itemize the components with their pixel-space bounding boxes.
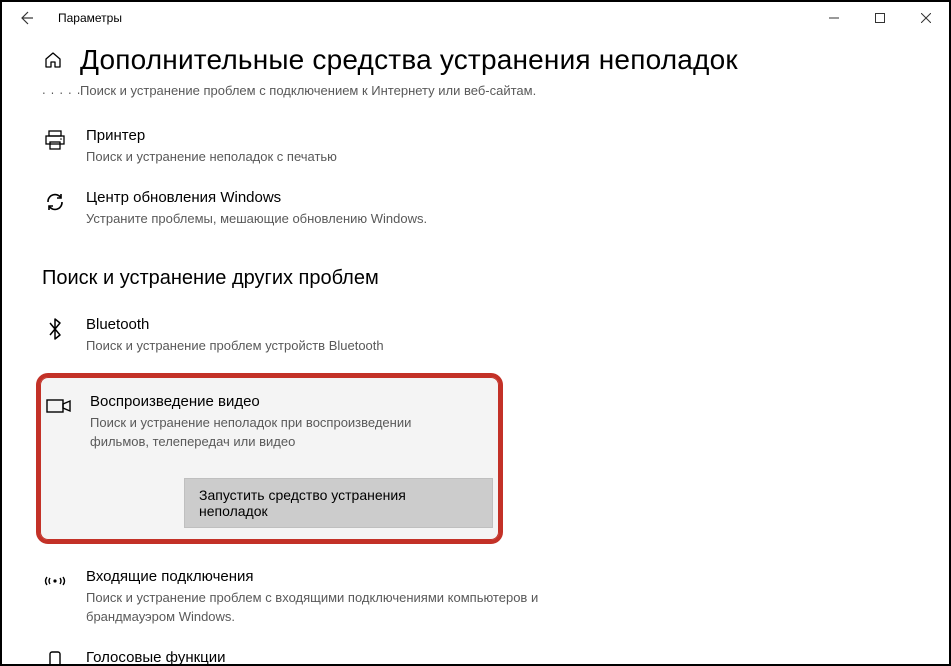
section-heading: Поиск и устранение других проблем bbox=[42, 267, 909, 290]
item-desc: Поиск и устранение проблем с подключение… bbox=[80, 82, 560, 101]
back-button[interactable] bbox=[10, 2, 42, 34]
close-button[interactable] bbox=[903, 2, 949, 34]
page-title: Дополнительные средства устранения непол… bbox=[80, 44, 738, 76]
video-camera-icon bbox=[46, 393, 72, 419]
troubleshoot-item-speech[interactable]: Голосовые функции bbox=[42, 641, 909, 665]
troubleshoot-item-printer[interactable]: Принтер Поиск и устранение неполадок с п… bbox=[42, 119, 909, 181]
home-icon[interactable] bbox=[42, 49, 64, 71]
phone-icon bbox=[42, 649, 68, 665]
printer-icon bbox=[42, 127, 68, 153]
item-title: Центр обновления Windows bbox=[86, 187, 427, 208]
sync-icon bbox=[42, 189, 68, 215]
item-desc: Поиск и устранение проблем с входящими п… bbox=[86, 589, 566, 627]
item-desc: Поиск и устранение проблем устройств Blu… bbox=[86, 337, 384, 356]
item-title: Входящие подключения bbox=[86, 566, 566, 587]
window-controls bbox=[811, 2, 949, 34]
run-troubleshooter-button[interactable]: Запустить средство устранения неполадок bbox=[184, 478, 493, 528]
network-signal-icon bbox=[42, 568, 68, 594]
bluetooth-icon bbox=[42, 316, 68, 342]
troubleshoot-item-incoming-connections[interactable]: Входящие подключения Поиск и устранение … bbox=[42, 560, 909, 641]
troubleshoot-item-windows-update[interactable]: Центр обновления Windows Устраните пробл… bbox=[42, 181, 909, 243]
item-desc: Устраните проблемы, мешающие обновлению … bbox=[86, 210, 427, 229]
troubleshoot-item-video-playback-selected[interactable]: Воспроизведение видео Поиск и устранение… bbox=[36, 373, 503, 544]
troubleshoot-item-bluetooth[interactable]: Bluetooth Поиск и устранение проблем уст… bbox=[42, 308, 909, 370]
item-title: Воспроизведение видео bbox=[90, 391, 450, 412]
titlebar: Параметры bbox=[2, 2, 949, 34]
item-title: Bluetooth bbox=[86, 314, 384, 335]
search-icon[interactable]: ․․․․․ bbox=[42, 84, 64, 101]
minimize-button[interactable] bbox=[811, 2, 857, 34]
item-title: Принтер bbox=[86, 125, 337, 146]
item-desc: Поиск и устранение неполадок при воспрои… bbox=[90, 414, 450, 452]
window-title: Параметры bbox=[58, 11, 122, 25]
item-desc: Поиск и устранение неполадок с печатью bbox=[86, 148, 337, 167]
maximize-button[interactable] bbox=[857, 2, 903, 34]
item-title: Голосовые функции bbox=[86, 647, 226, 665]
